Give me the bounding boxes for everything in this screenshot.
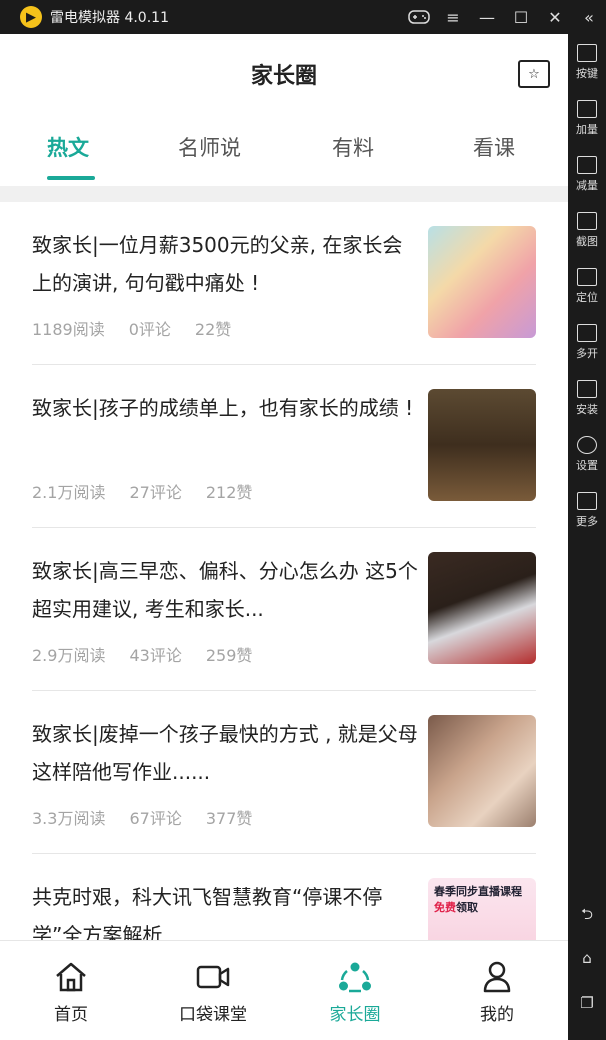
nav-pocket-class[interactable]: 口袋课堂	[142, 941, 284, 1040]
article-thumbnail	[428, 226, 536, 338]
article-thumbnail	[428, 552, 536, 664]
nav-parent-circle[interactable]: 家长圈	[284, 941, 426, 1040]
toolbar-volume-down[interactable]: 减量	[568, 146, 606, 202]
bottom-navigation: 首页 口袋课堂 家长圈 我的	[0, 940, 568, 1040]
list-item[interactable]: 致家长|孩子的成绩单上，也有家长的成绩 ! 2.1万阅读 27评论 212赞	[32, 365, 536, 528]
tab-active-indicator	[47, 176, 95, 180]
toolbar-install[interactable]: 安装	[568, 370, 606, 426]
tab-hot-articles[interactable]: 热文	[47, 132, 89, 162]
community-icon	[337, 960, 373, 994]
gamepad-icon[interactable]	[402, 0, 436, 34]
like-count: 22赞	[194, 320, 232, 339]
category-tabs: 热文 名师说 有料 看课	[0, 114, 568, 186]
keyboard-icon	[577, 43, 597, 62]
home-system-icon[interactable]: ⌂	[568, 949, 606, 967]
like-count: 377赞	[205, 809, 253, 828]
page-title: 家长圈	[250, 64, 317, 89]
read-count: 3.3万阅读	[32, 809, 106, 828]
screenshot-icon	[577, 211, 597, 230]
toolbar-settings[interactable]: 设置	[568, 426, 606, 482]
comment-count: 0评论	[128, 320, 171, 339]
app-screen: 家长圈 ☆ 热文 名师说 有料 看课 致家长|一位月薪3500元的父亲, 在家长…	[0, 34, 568, 1040]
thumbnail-banner: 春季同步直播课程 免费领取	[434, 885, 522, 914]
collapse-sidebar-icon[interactable]: «	[572, 0, 606, 34]
nav-mine[interactable]: 我的	[426, 941, 568, 1040]
tab-teachers[interactable]: 名师说	[178, 132, 241, 162]
read-count: 2.1万阅读	[32, 483, 106, 502]
like-count: 259赞	[205, 646, 253, 665]
minimize-icon[interactable]: —	[470, 0, 504, 34]
article-stats: 2.9万阅读 43评论 259赞	[32, 642, 252, 666]
back-icon[interactable]: ⮌	[568, 904, 606, 929]
maximize-icon[interactable]: ☐	[504, 0, 538, 34]
toolbar-more[interactable]: 更多	[568, 482, 606, 538]
multi-instance-icon	[577, 323, 597, 342]
gear-icon	[577, 435, 597, 454]
app-header: 家长圈 ☆	[0, 34, 568, 114]
like-count: 212赞	[205, 483, 253, 502]
emulator-title: 雷电模拟器 4.0.11	[50, 10, 169, 26]
comment-count: 27评论	[129, 483, 182, 502]
article-feed: 致家长|一位月薪3500元的父亲, 在家长会上的演讲, 句句戳中痛处 ! 118…	[0, 202, 568, 1017]
article-stats: 2.1万阅读 27评论 212赞	[32, 479, 252, 503]
toolbar-volume-up[interactable]: 加量	[568, 90, 606, 146]
article-thumbnail	[428, 389, 536, 501]
emulator-toolbar: 按键 加量 减量 截图 定位 多开 安装 设置 更多 ⮌ ⌂ ❐	[568, 34, 606, 1040]
toolbar-keyboard[interactable]: 按键	[568, 34, 606, 90]
list-item[interactable]: 致家长|高三早恋、偏科、分心怎么办 这5个超实用建议, 考生和家长... 2.9…	[32, 528, 536, 691]
emulator-logo-icon: ▶	[20, 6, 42, 28]
favorites-folder-icon[interactable]: ☆	[518, 60, 550, 88]
install-icon	[577, 379, 597, 398]
tab-materials[interactable]: 有料	[332, 132, 374, 162]
article-title: 致家长|一位月薪3500元的父亲, 在家长会上的演讲, 句句戳中痛处 !	[32, 233, 403, 295]
volume-down-icon	[577, 155, 597, 174]
comment-count: 43评论	[129, 646, 182, 665]
user-icon	[479, 960, 515, 994]
article-title: 致家长|高三早恋、偏科、分心怎么办 这5个超实用建议, 考生和家长...	[32, 559, 418, 621]
close-icon[interactable]: ✕	[538, 0, 572, 34]
read-count: 1189阅读	[32, 320, 105, 339]
list-item[interactable]: 致家长|废掉一个孩子最快的方式 , 就是父母这样陪他写作业...... 3.3万…	[32, 691, 536, 854]
video-icon	[195, 960, 231, 994]
nav-home[interactable]: 首页	[0, 941, 142, 1040]
toolbar-screenshot[interactable]: 截图	[568, 202, 606, 258]
more-icon	[577, 491, 597, 510]
tab-courses[interactable]: 看课	[473, 132, 515, 162]
volume-up-icon	[577, 99, 597, 118]
article-thumbnail	[428, 715, 536, 827]
article-stats: 1189阅读 0评论 22赞	[32, 316, 231, 340]
toolbar-multi-instance[interactable]: 多开	[568, 314, 606, 370]
list-item[interactable]: 致家长|一位月薪3500元的父亲, 在家长会上的演讲, 句句戳中痛处 ! 118…	[32, 202, 536, 365]
home-icon	[53, 960, 89, 994]
read-count: 2.9万阅读	[32, 646, 106, 665]
menu-icon[interactable]: ≡	[436, 0, 470, 34]
article-stats: 3.3万阅读 67评论 377赞	[32, 805, 252, 829]
recents-icon[interactable]: ❐	[568, 994, 606, 1012]
location-icon	[577, 267, 597, 286]
comment-count: 67评论	[129, 809, 182, 828]
divider	[0, 186, 568, 202]
emulator-titlebar: ▶ 雷电模拟器 4.0.11 ≡ — ☐ ✕ «	[0, 0, 606, 34]
toolbar-location[interactable]: 定位	[568, 258, 606, 314]
article-title: 致家长|孩子的成绩单上，也有家长的成绩 !	[32, 396, 414, 420]
article-title: 致家长|废掉一个孩子最快的方式 , 就是父母这样陪他写作业......	[32, 722, 418, 784]
